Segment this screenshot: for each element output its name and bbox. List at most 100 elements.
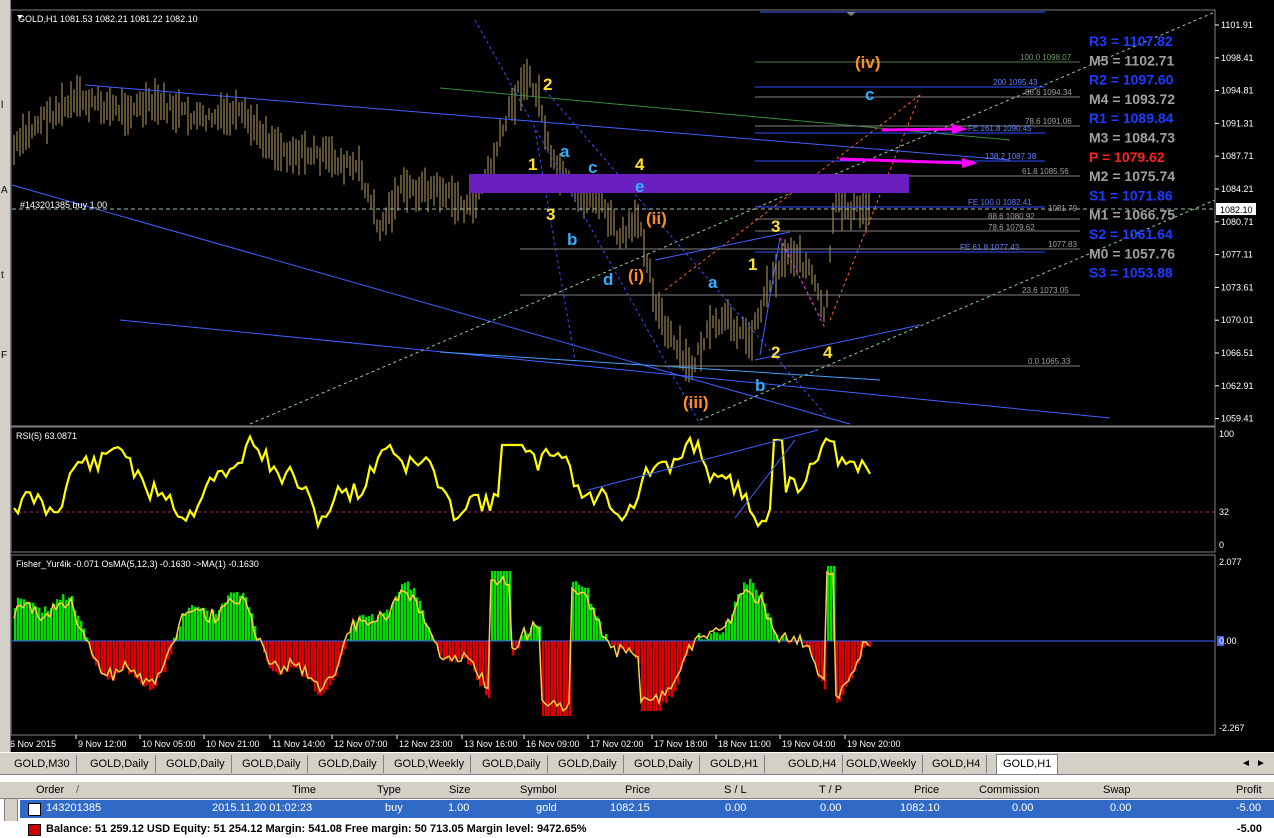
pivot-label: M4 = 1093.72 bbox=[1089, 91, 1175, 107]
histogram-bar bbox=[284, 641, 286, 668]
tab-gold-h1[interactable]: GOLD,H1 bbox=[704, 755, 765, 773]
histogram-bar bbox=[401, 584, 403, 641]
terminal-panel: Order / Time Type Size Symbol Price S / … bbox=[0, 774, 1274, 838]
table-row[interactable]: 143201385 2015.11.20 01:02:23 buy 1.00 g… bbox=[20, 800, 1274, 818]
histogram-bar bbox=[395, 596, 397, 641]
histogram-bar bbox=[467, 641, 469, 664]
histogram-bar bbox=[194, 607, 196, 641]
column-header-profit[interactable]: Profit bbox=[1236, 783, 1262, 797]
histogram-bar bbox=[182, 613, 184, 641]
pivot-label: S2 = 1061.64 bbox=[1089, 226, 1173, 242]
tab-gold-h4[interactable]: GOLD,H4 bbox=[782, 755, 843, 773]
wave-label: a bbox=[708, 273, 718, 292]
tab-gold-weekly[interactable]: GOLD,Weekly bbox=[388, 755, 471, 773]
column-header-tp[interactable]: T / P bbox=[819, 783, 842, 797]
column-header-time[interactable]: Time bbox=[292, 783, 316, 797]
order-profit: -5.00 bbox=[1236, 802, 1261, 814]
rsi-tick: 0 bbox=[1219, 540, 1224, 550]
chart-shift-marker[interactable] bbox=[846, 12, 856, 16]
wave-label: 4 bbox=[823, 343, 833, 362]
time-axis: 6 Nov 20159 Nov 12:0010 Nov 05:0010 Nov … bbox=[8, 735, 901, 749]
time-tick: 13 Nov 16:00 bbox=[464, 739, 518, 749]
column-header-swap[interactable]: Swap bbox=[1103, 783, 1131, 797]
fib-label: FE 161.8 1090.45 bbox=[968, 124, 1032, 133]
tab-gold-daily[interactable]: GOLD,Daily bbox=[476, 755, 548, 773]
wave-label: c bbox=[588, 158, 597, 177]
price-tick: 1059.41 bbox=[1221, 414, 1254, 424]
fib-label: 1081.79 bbox=[1048, 204, 1077, 213]
histogram-bar bbox=[320, 641, 322, 696]
histogram-bar bbox=[224, 603, 226, 641]
histogram-bar bbox=[119, 641, 121, 671]
pivot-label: P = 1079.62 bbox=[1089, 149, 1165, 165]
wave-label: e bbox=[635, 177, 644, 196]
histogram-bar bbox=[533, 624, 535, 641]
column-header-commission[interactable]: Commission bbox=[979, 783, 1040, 797]
wave-label: (iv) bbox=[855, 53, 881, 72]
chart-canvas[interactable]: 100.0 1098.07 200 1095.43 88.6 1094.34 7… bbox=[0, 0, 1274, 752]
tab-gold-weekly[interactable]: GOLD,Weekly bbox=[840, 755, 923, 773]
tab-gold-daily[interactable]: GOLD,Daily bbox=[628, 755, 700, 773]
column-header-symbol[interactable]: Symbol bbox=[520, 783, 557, 797]
tab-scroll-right-icon[interactable]: ► bbox=[1255, 757, 1267, 771]
price-tick: 1062.91 bbox=[1221, 381, 1254, 391]
histogram-bar bbox=[95, 641, 97, 665]
fib-label: 0.0 1065.33 bbox=[1028, 357, 1071, 366]
tab-gold-daily[interactable]: GOLD,Daily bbox=[236, 755, 308, 773]
histogram-bar bbox=[440, 641, 442, 655]
histogram-bar bbox=[185, 612, 187, 641]
column-header-sl[interactable]: S / L bbox=[724, 783, 747, 797]
column-header-size[interactable]: Size bbox=[449, 783, 470, 797]
histogram-bar bbox=[818, 641, 820, 678]
rsi-panel-border bbox=[11, 427, 1215, 552]
price-tick: 1070.01 bbox=[1221, 315, 1254, 325]
fib-label: 78.6 1079.62 bbox=[988, 223, 1035, 232]
histogram-bar bbox=[644, 641, 646, 711]
pivot-label: M1 = 1066.75 bbox=[1089, 207, 1175, 223]
histogram-bar bbox=[308, 641, 310, 679]
order-line-label: #143201385 buy 1.00 bbox=[20, 200, 107, 210]
tab-scroll-left-icon[interactable]: ◄ bbox=[1240, 757, 1252, 771]
wave-label: b bbox=[755, 376, 765, 395]
rsi-tick: 100 bbox=[1219, 429, 1234, 439]
fisher-tick: 2.077 bbox=[1219, 557, 1242, 567]
histogram-bar bbox=[632, 641, 634, 652]
column-header-order[interactable]: Order bbox=[36, 783, 64, 797]
strip-glyph: l bbox=[1, 100, 3, 111]
fib-label: 23.6 1073.05 bbox=[1022, 286, 1069, 295]
histogram-bar bbox=[728, 621, 730, 641]
fib-label: 100.0 1098.07 bbox=[1020, 53, 1072, 62]
histogram-bar bbox=[362, 615, 364, 641]
tab-gold-daily[interactable]: GOLD,Daily bbox=[160, 755, 232, 773]
tab-gold-daily[interactable]: GOLD,Daily bbox=[312, 755, 384, 773]
column-header-type[interactable]: Type bbox=[377, 783, 401, 797]
tab-gold-m30[interactable]: GOLD,M30 bbox=[8, 755, 77, 773]
histogram-bar bbox=[845, 641, 847, 687]
histogram-bar bbox=[104, 641, 106, 674]
fisher-title: Fisher_Yur4ik -0.071 OsMA(5,12,3) -0.163… bbox=[16, 559, 259, 569]
histogram-bar bbox=[371, 614, 373, 641]
column-header-sort[interactable]: / bbox=[76, 783, 79, 797]
histogram-bar bbox=[200, 608, 202, 641]
histogram-bar bbox=[380, 614, 382, 641]
pivot-label: R3 = 1107.82 bbox=[1089, 33, 1173, 49]
tab-gold-h4[interactable]: GOLD,H4 bbox=[926, 755, 987, 773]
column-header-current-price[interactable]: Price bbox=[914, 783, 939, 797]
column-header-price[interactable]: Price bbox=[625, 783, 650, 797]
tab-gold-daily[interactable]: GOLD,Daily bbox=[84, 755, 156, 773]
order-sl: 0.00 bbox=[725, 802, 746, 814]
balance-row: Balance: 51 259.12 USD Equity: 51 254.12… bbox=[0, 821, 1274, 838]
chart-window[interactable]: 100.0 1098.07 200 1095.43 88.6 1094.34 7… bbox=[0, 0, 1274, 752]
histogram-bar bbox=[386, 610, 388, 641]
fib-label: 200 1095.43 bbox=[993, 78, 1038, 87]
price-axis: 1101.911098.411094.811091.311087.711084.… bbox=[1215, 20, 1254, 424]
rsi-title: RSI(5) 63.0871 bbox=[16, 431, 77, 441]
histogram-bar bbox=[563, 641, 565, 716]
tab-gold-daily[interactable]: GOLD,Daily bbox=[552, 755, 624, 773]
order-id: 143201385 bbox=[46, 802, 101, 814]
histogram-bar bbox=[179, 626, 181, 641]
candle-series bbox=[14, 59, 869, 383]
tab-gold-h1[interactable]: GOLD,H1 bbox=[996, 754, 1058, 775]
order-time: 2015.11.20 01:02:23 bbox=[212, 802, 312, 814]
histogram-bar bbox=[329, 641, 331, 685]
